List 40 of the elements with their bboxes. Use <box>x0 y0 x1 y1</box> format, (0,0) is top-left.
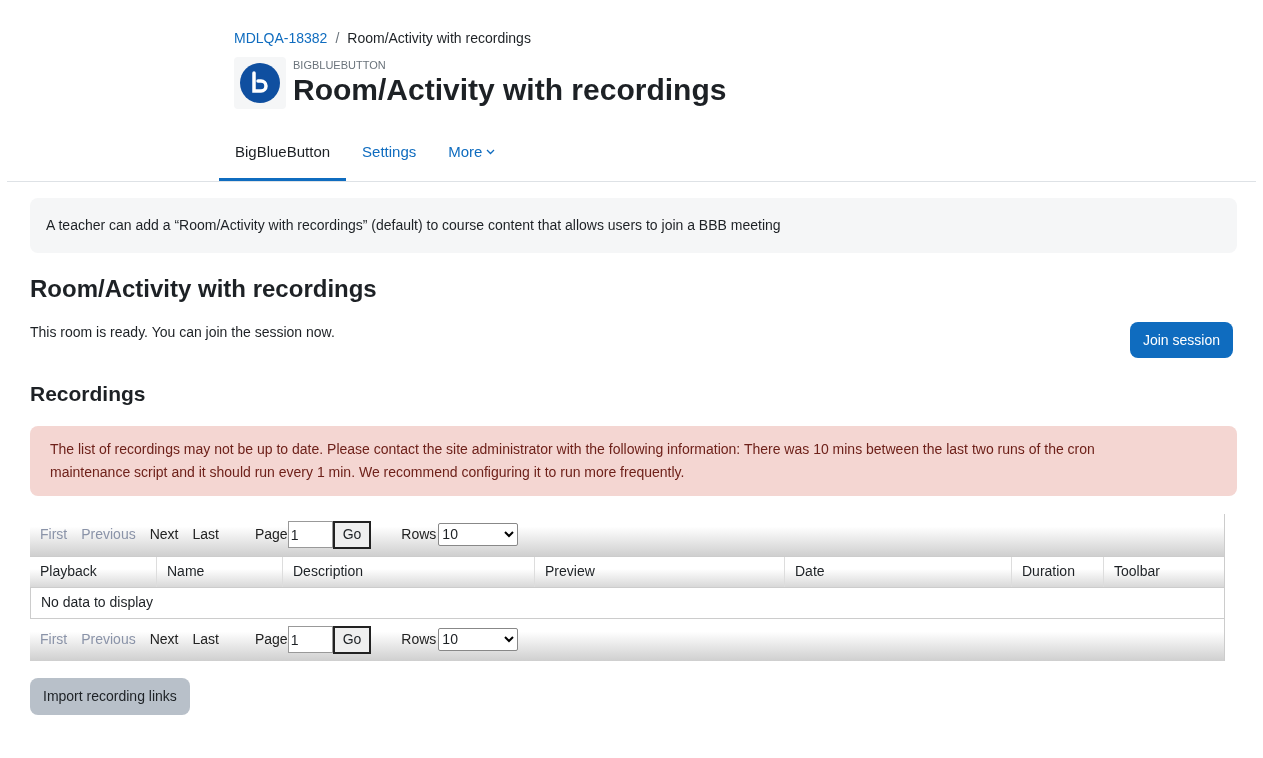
intro-box: A teacher can add a “Room/Activity with recordings” (default) to course content that allows users to join a BBB meeting <box>30 198 1237 253</box>
empty-message: No data to display <box>41 593 154 612</box>
nav-tab[interactable]: Settings <box>346 126 433 181</box>
chevron-down-icon <box>504 636 515 643</box>
go-button[interactable]: Go <box>332 625 372 654</box>
pager-link[interactable]: Last <box>192 524 219 545</box>
page-label: Page <box>254 630 288 649</box>
section-title: Room/Activity with recordings <box>30 274 378 304</box>
rows-label: Rows <box>401 525 437 544</box>
column-header[interactable]: Duration <box>1012 556 1104 587</box>
column-header[interactable]: Preview <box>535 556 785 587</box>
chevron-down-icon <box>504 531 515 538</box>
breadcrumb-item: Room/Activity with recordings <box>347 29 531 48</box>
nav-tab[interactable]: BigBlueButton <box>219 126 347 181</box>
section-title: Recordings <box>30 381 147 407</box>
go-button[interactable]: Go <box>332 520 372 549</box>
rows-select[interactable]: 10 <box>438 628 519 651</box>
rows-select[interactable]: 10 <box>438 523 519 546</box>
column-header[interactable]: Name <box>157 556 283 587</box>
page-input[interactable]: 1 <box>287 626 333 653</box>
page-input[interactable]: 1 <box>287 521 333 548</box>
module-label: BIGBLUEBUTTON <box>293 58 387 72</box>
breadcrumb-item[interactable]: MDLQA-18382 <box>234 28 328 49</box>
pager-link[interactable]: Next <box>149 629 179 650</box>
column-header[interactable]: Date <box>785 556 1012 587</box>
join-session-button[interactable]: Join session <box>1129 322 1233 358</box>
column-header[interactable]: Playback <box>30 556 157 587</box>
nav-tab[interactable]: More <box>432 126 512 181</box>
column-header[interactable]: Description <box>283 556 535 587</box>
pager-link[interactable]: Last <box>192 629 219 650</box>
bigbluebutton-logo-icon <box>240 63 280 103</box>
warning-alert: The list of recordings may not be up to date. Please contact the site administrator with the following information: There was 10 mins between the last two runs of the cron maintenance script and it should run every 1 min. We recommend configuring it to run more frequently. <box>30 425 1237 496</box>
chevron-down-icon <box>486 149 496 155</box>
import-recording-links-button[interactable]: Import recording links <box>30 677 190 715</box>
pager-link[interactable]: Next <box>149 524 179 545</box>
rows-label: Rows <box>401 630 437 649</box>
page-label: Page <box>254 525 288 544</box>
page-title: Room/Activity with recordings <box>293 72 727 108</box>
breadcrumb-separator: / <box>335 29 340 48</box>
room-status: This room is ready. You can join the session now. <box>30 323 335 342</box>
